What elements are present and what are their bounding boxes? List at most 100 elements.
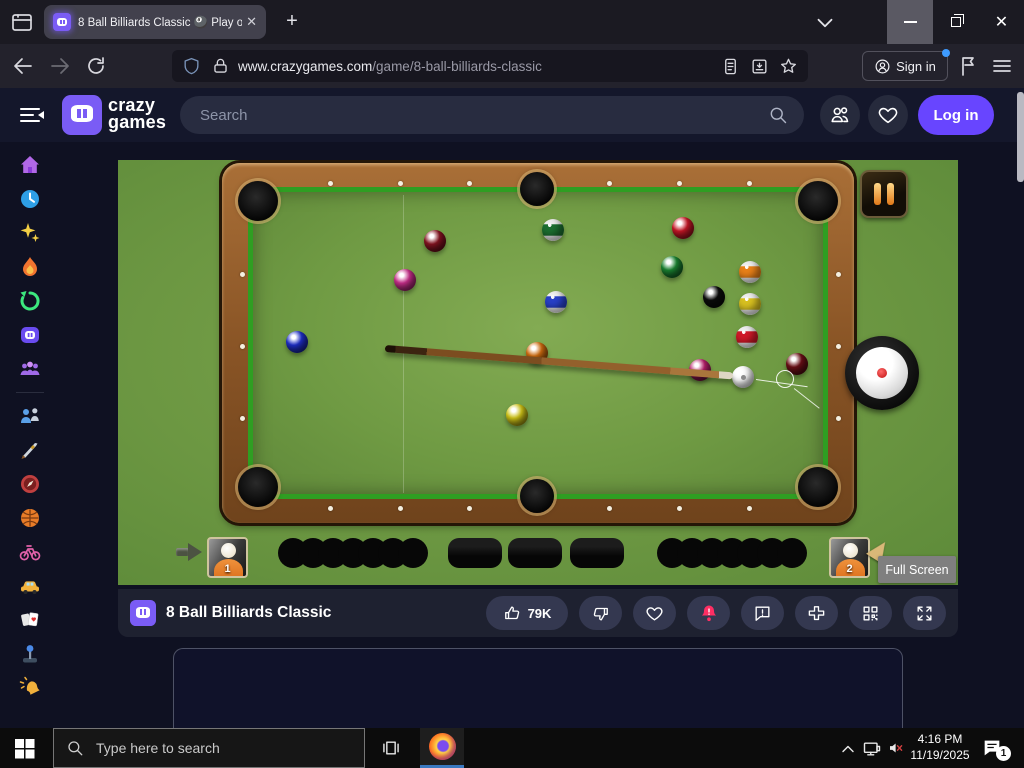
qr-code-button[interactable] bbox=[849, 596, 892, 630]
tray-chevron-up-icon[interactable] bbox=[838, 739, 858, 757]
game-bar-logo bbox=[130, 600, 156, 626]
sidebar-item-casual[interactable] bbox=[0, 637, 60, 671]
rail-diamond bbox=[467, 506, 472, 511]
reader-mode-icon[interactable] bbox=[721, 57, 740, 76]
spin-control[interactable] bbox=[845, 336, 919, 410]
game-canvas[interactable]: 1 2 Full Screen bbox=[118, 160, 958, 585]
spin-dot bbox=[877, 368, 887, 378]
new-tab-button[interactable]: + bbox=[280, 10, 304, 34]
sidebar-divider bbox=[16, 392, 44, 393]
browser-tab[interactable]: 8 Ball Billiards Classic 🎱 Play o ✕ bbox=[44, 5, 266, 39]
ball-orange-stripe bbox=[739, 261, 761, 283]
sidebar-item-action[interactable] bbox=[0, 433, 60, 467]
network-icon[interactable] bbox=[862, 739, 882, 757]
crazygames-logo[interactable] bbox=[62, 95, 102, 135]
sidebar-item-updated[interactable] bbox=[0, 284, 60, 318]
window-close-button[interactable]: ✕ bbox=[979, 0, 1024, 44]
bookmark-star-icon[interactable] bbox=[779, 57, 798, 76]
search-placeholder: Search bbox=[200, 106, 248, 124]
tab-close-icon[interactable]: ✕ bbox=[246, 14, 257, 30]
taskbar-search-input[interactable]: Type here to search bbox=[53, 728, 365, 768]
rail-diamond bbox=[398, 181, 403, 186]
thumbs-up-icon bbox=[504, 605, 519, 619]
tracking-shield-icon[interactable] bbox=[182, 57, 201, 76]
firefox-taskbar-button[interactable] bbox=[420, 728, 464, 768]
like-button[interactable]: 79K bbox=[486, 596, 568, 630]
sidebar-item-multiplayer[interactable] bbox=[0, 352, 60, 386]
controls-button[interactable] bbox=[795, 596, 838, 630]
forward-icon[interactable] bbox=[48, 54, 72, 78]
rail-diamond bbox=[747, 506, 752, 511]
pocket-bottom-right bbox=[798, 467, 838, 507]
sidebar-item-basketball[interactable] bbox=[0, 501, 60, 535]
ball-green-solid bbox=[661, 256, 683, 278]
player1-pocketed-tray bbox=[278, 538, 428, 568]
ball-green-stripe bbox=[542, 219, 564, 241]
crazygames-logo-text[interactable]: crazy games bbox=[108, 96, 166, 131]
aim-reticle bbox=[776, 370, 794, 388]
window-restore-button[interactable] bbox=[933, 0, 979, 44]
game-title: 8 Ball Billiards Classic bbox=[166, 604, 332, 621]
clock-date: 11/19/2025 bbox=[910, 747, 970, 762]
url-bar[interactable]: www.crazygames.com/game/8-ball-billiards… bbox=[172, 50, 808, 82]
app-menu-icon[interactable] bbox=[990, 54, 1014, 78]
favorites-button[interactable] bbox=[868, 95, 908, 135]
sidebar-item-clicker[interactable] bbox=[0, 671, 60, 705]
rail-diamond bbox=[677, 506, 682, 511]
dislike-button[interactable] bbox=[579, 596, 622, 630]
rail-diamond bbox=[836, 272, 841, 277]
search-input[interactable]: Search bbox=[180, 96, 804, 134]
notification-bell-button[interactable] bbox=[687, 596, 730, 630]
player1-avatar: 1 bbox=[207, 537, 248, 578]
report-button[interactable] bbox=[741, 596, 784, 630]
sidebar-item-car[interactable] bbox=[0, 569, 60, 603]
category-sidebar bbox=[0, 142, 60, 728]
ball-red-stripe bbox=[736, 326, 758, 348]
sidebar-item-originals[interactable] bbox=[0, 318, 60, 352]
sidebar-item-adventure[interactable] bbox=[0, 467, 60, 501]
sidebar-item-recent[interactable] bbox=[0, 182, 60, 216]
sidebar-item-bike[interactable] bbox=[0, 535, 60, 569]
notification-count-badge: 1 bbox=[996, 746, 1011, 761]
ball-maroon-solid bbox=[424, 230, 446, 252]
pocket-top-right bbox=[798, 181, 838, 221]
extensions-icon[interactable] bbox=[956, 54, 980, 78]
sidebar-item-new[interactable] bbox=[0, 216, 60, 250]
back-icon[interactable] bbox=[11, 54, 35, 78]
dpad-icon bbox=[808, 605, 825, 620]
pause-button[interactable] bbox=[860, 170, 908, 218]
reload-icon[interactable] bbox=[84, 54, 108, 78]
rail-diamond bbox=[677, 181, 682, 186]
ball-cue-ball bbox=[732, 366, 754, 388]
fullscreen-button[interactable] bbox=[903, 596, 946, 630]
spin-ball[interactable] bbox=[856, 347, 908, 399]
favorite-button[interactable] bbox=[633, 596, 676, 630]
sidebar-item-home[interactable] bbox=[0, 148, 60, 182]
window-minimize-button[interactable] bbox=[887, 0, 933, 44]
rail-diamond bbox=[607, 181, 612, 186]
windows-taskbar: Type here to search 4:16 PM 11/19/2025 bbox=[0, 728, 1024, 768]
url-domain: www.crazygames.com bbox=[238, 58, 373, 74]
rail-diamond bbox=[747, 181, 752, 186]
taskbar-clock[interactable]: 4:16 PM 11/19/2025 bbox=[903, 732, 977, 764]
friends-button[interactable] bbox=[820, 95, 860, 135]
log-in-button[interactable]: Log in bbox=[918, 95, 994, 135]
collapse-sidebar-icon[interactable] bbox=[20, 104, 44, 126]
screen: 8 Ball Billiards Classic 🎱 Play o ✕ + ✕ bbox=[0, 0, 1024, 768]
page-scrollbar[interactable] bbox=[1017, 92, 1024, 182]
sidebar-item-two-player[interactable] bbox=[0, 399, 60, 433]
browser-tab-bar: 8 Ball Billiards Classic 🎱 Play o ✕ + ✕ bbox=[0, 0, 1024, 44]
lock-icon[interactable] bbox=[211, 57, 230, 76]
search-icon[interactable] bbox=[768, 105, 788, 125]
sidebar-item-trending[interactable] bbox=[0, 250, 60, 284]
sidebar-item-cards[interactable] bbox=[0, 603, 60, 637]
sign-in-button[interactable]: Sign in bbox=[862, 49, 950, 81]
ball-blue-stripe bbox=[545, 291, 567, 313]
rail-diamond bbox=[836, 416, 841, 421]
save-page-icon[interactable] bbox=[750, 57, 769, 76]
tab-list-chevron-icon[interactable] bbox=[812, 10, 838, 34]
start-button[interactable] bbox=[12, 736, 36, 760]
player2-avatar: 2 bbox=[829, 537, 870, 578]
firefox-view-icon[interactable] bbox=[10, 10, 34, 34]
task-view-button[interactable] bbox=[372, 728, 410, 768]
